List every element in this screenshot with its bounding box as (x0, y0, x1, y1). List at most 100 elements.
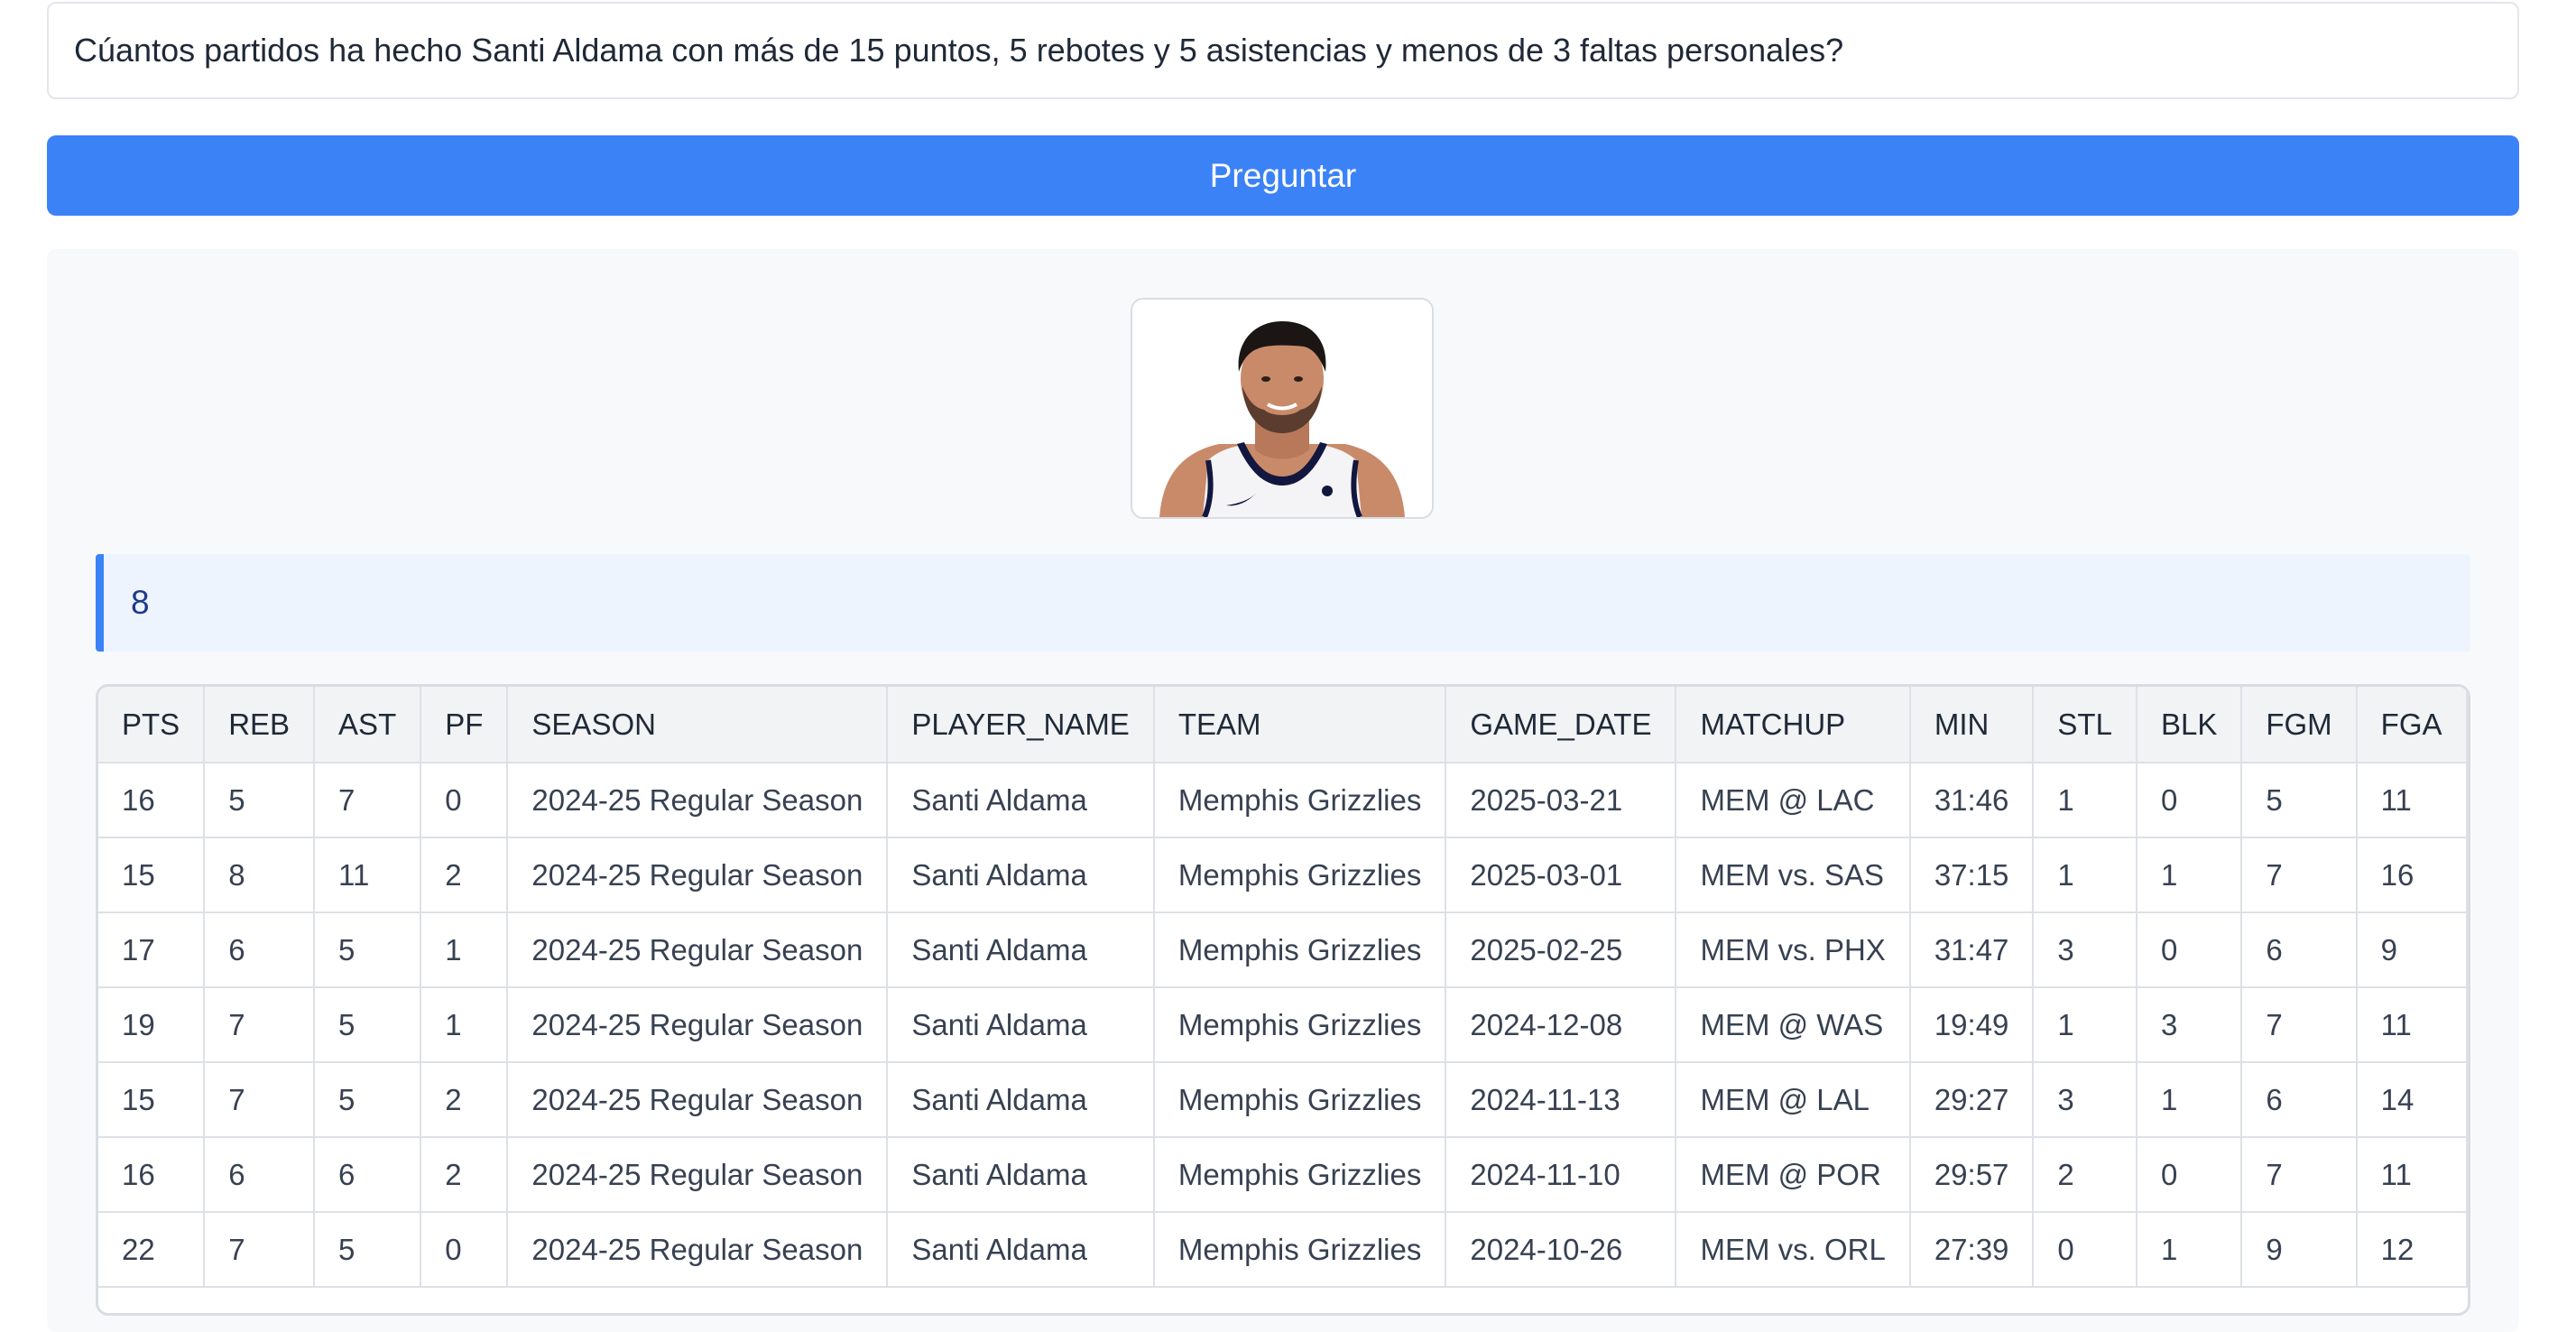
column-header-reb: REB (204, 687, 316, 763)
table-cell: 2 (2033, 1137, 2137, 1213)
table-cell: 1 (2466, 837, 2468, 913)
table-cell: 5 (314, 912, 422, 988)
column-header-team: TEAM (1153, 687, 1447, 763)
table-cell: 29:57 (1909, 1137, 2035, 1213)
table-cell: 15 (98, 1062, 206, 1138)
table-cell: 31:46 (1909, 763, 2035, 838)
table-cell: 3 (2033, 1062, 2137, 1138)
table-cell: 5 (204, 763, 316, 838)
table-cell: 1 (420, 987, 509, 1063)
table-cell: 5 (314, 987, 422, 1063)
column-header-blk: BLK (2136, 687, 2243, 763)
table-cell: MEM vs. SAS (1676, 837, 1911, 913)
answer-box: 8 (96, 554, 2470, 652)
table-cell: 22 (98, 1212, 206, 1288)
table-cell: 14 (2356, 1062, 2468, 1138)
table-cell: 0 (2033, 1212, 2137, 1288)
table-cell: Memphis Grizzlies (1153, 763, 1447, 838)
table-cell: 19 (98, 987, 206, 1063)
table-row: 16 5 7 0 2024-25 Regular Season Santi Aldama M… (98, 763, 2468, 838)
table-cell: Santi Aldama (887, 763, 1155, 838)
table-cell: 5 (314, 1212, 422, 1288)
table-header-row: PTS REB AST PF SEASON PLAYER_NAME TEAM GAME_DAT… (98, 687, 2468, 763)
table-cell: 11 (2356, 1137, 2468, 1213)
table-cell: MEM @ WAS (1676, 987, 1911, 1063)
table-cell: 7 (2241, 837, 2358, 913)
answer-text: 8 (131, 584, 150, 621)
player-headshot-icon (1132, 300, 1432, 517)
table-cell: Santi Aldama (887, 987, 1155, 1063)
table-cell: 2024-12-08 (1445, 987, 1677, 1063)
table-cell: 2025-02-25 (1445, 912, 1677, 988)
table-cell: 17 (98, 912, 206, 988)
table-cell: Memphis Grizzlies (1153, 1137, 1447, 1213)
column-header-fga: FGA (2356, 687, 2468, 763)
table-cell: 37:15 (1909, 837, 2035, 913)
table-cell: 7 (204, 1212, 316, 1288)
table-cell: 2024-25 Regular Season (507, 1062, 889, 1138)
ask-button[interactable]: Preguntar (47, 135, 2519, 216)
table-cell: 9 (2241, 1212, 2358, 1288)
table-cell: 2024-11-10 (1445, 1137, 1677, 1213)
table-cell: 6 (204, 1137, 316, 1213)
results-table-container[interactable]: PTS REB AST PF SEASON PLAYER_NAME TEAM GAME_DAT… (96, 684, 2470, 1316)
table-cell: 5 (314, 1062, 422, 1138)
table-cell: MEM vs. PHX (1676, 912, 1911, 988)
table-row: 19 7 5 1 2024-25 Regular Season Santi Aldama M… (98, 987, 2468, 1063)
table-cell: 4 (2466, 1212, 2468, 1288)
table-cell: 2025-03-01 (1445, 837, 1677, 913)
table-row: 16 6 6 2 2024-25 Regular Season Santi Aldama M… (98, 1137, 2468, 1213)
table-cell: MEM @ POR (1676, 1137, 1911, 1213)
table-cell: 2024-25 Regular Season (507, 763, 889, 838)
table-cell: 3 (2136, 987, 2243, 1063)
table-cell: 2 (2466, 1137, 2468, 1213)
table-cell: 1 (2033, 987, 2137, 1063)
column-header-min: MIN (1909, 687, 2035, 763)
table-cell: 7 (204, 1062, 316, 1138)
table-cell: 2024-25 Regular Season (507, 912, 889, 988)
table-cell: 0 (2136, 763, 2243, 838)
table-cell: 19:49 (1909, 987, 2035, 1063)
column-header-ast: AST (314, 687, 422, 763)
table-cell: Santi Aldama (887, 1137, 1155, 1213)
table-cell: 16 (98, 763, 206, 838)
table-cell: 16 (98, 1137, 206, 1213)
table-cell: 7 (2241, 1137, 2358, 1213)
table-cell: 29:27 (1909, 1062, 2035, 1138)
table-cell: MEM vs. ORL (1676, 1212, 1911, 1288)
table-row: 15 8 11 2 2024-25 Regular Season Santi Aldama… (98, 837, 2468, 913)
table-cell: 6 (314, 1137, 422, 1213)
table-cell: 9 (2356, 912, 2468, 988)
question-input[interactable] (47, 2, 2519, 99)
table-cell: Memphis Grizzlies (1153, 987, 1447, 1063)
table-cell: Santi Aldama (887, 837, 1155, 913)
table-cell: 2 (420, 837, 509, 913)
table-cell: MEM @ LAC (1676, 763, 1911, 838)
table-cell: Memphis Grizzlies (1153, 1212, 1447, 1288)
column-header-fg3m: FG3M (2466, 687, 2468, 763)
table-cell: 7 (314, 763, 422, 838)
table-cell: Santi Aldama (887, 1062, 1155, 1138)
table-row: 22 7 5 0 2024-25 Regular Season Santi Aldama M… (98, 1212, 2468, 1288)
table-cell: 27:39 (1909, 1212, 2035, 1288)
table-row: 17 6 5 1 2024-25 Regular Season Santi Aldama M… (98, 912, 2468, 988)
table-cell: Memphis Grizzlies (1153, 1062, 1447, 1138)
table-cell: 2024-11-13 (1445, 1062, 1677, 1138)
column-header-game-date: GAME_DATE (1445, 687, 1677, 763)
table-cell: 1 (2136, 1062, 2243, 1138)
table-cell: Santi Aldama (887, 1212, 1155, 1288)
table-cell: 11 (314, 837, 422, 913)
table-cell: Memphis Grizzlies (1153, 837, 1447, 913)
column-header-player-name: PLAYER_NAME (887, 687, 1155, 763)
table-cell: 2025-03-21 (1445, 763, 1677, 838)
table-cell: 1 (2136, 837, 2243, 913)
table-cell: 3 (2033, 912, 2137, 988)
table-cell: 11 (2356, 763, 2468, 838)
table-cell: 5 (2466, 912, 2468, 988)
table-cell: 2 (420, 1062, 509, 1138)
table-cell: 11 (2356, 987, 2468, 1063)
table-cell: 0 (420, 763, 509, 838)
table-cell: 1 (2033, 763, 2137, 838)
table-cell: 2 (420, 1137, 509, 1213)
table-cell: 0 (2136, 1137, 2243, 1213)
